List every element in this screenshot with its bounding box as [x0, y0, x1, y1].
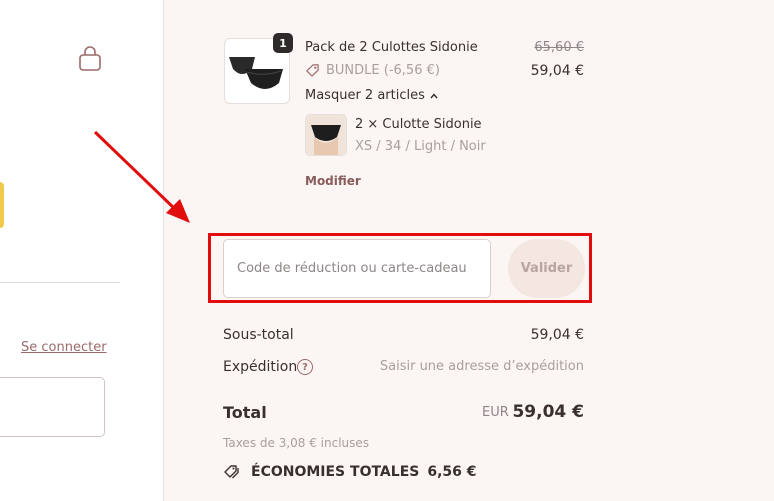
discount-code-input[interactable]: [223, 239, 491, 298]
total-savings: ÉCONOMIES TOTALES 6,56 €: [223, 464, 477, 480]
savings-value: 6,56 €: [427, 464, 477, 480]
hide-items-label: Masquer 2 articles: [305, 88, 425, 103]
notice-tab[interactable]: [0, 182, 4, 228]
tags-icon: [224, 465, 239, 479]
total-value: 59,04 €: [512, 402, 584, 422]
sub-item-variant: XS / 34 / Light / Noir: [355, 139, 486, 154]
bundle-discount-label: BUNDLE (-6,56 €): [326, 63, 440, 78]
modify-link[interactable]: Modifier: [305, 174, 361, 188]
product-price: 59,04 €: [530, 63, 584, 79]
subtotal-label: Sous-total: [223, 327, 294, 343]
chevron-up-icon: [430, 92, 438, 98]
product-title: Pack de 2 Culottes Sidonie: [305, 40, 478, 55]
sub-item-thumbnail: [305, 114, 347, 156]
savings-label: ÉCONOMIES TOTALES: [251, 464, 420, 480]
bundle-discount: BUNDLE (-6,56 €): [305, 63, 440, 78]
shipping-label: Expédition: [223, 359, 298, 375]
tax-note: Taxes de 3,08 € incluses: [223, 436, 370, 450]
quantity-badge: 1: [273, 33, 293, 53]
total-label: Total: [223, 403, 267, 422]
hide-items-toggle[interactable]: Masquer 2 articles: [305, 88, 439, 103]
sub-item-name: 2 × Culotte Sidonie: [355, 117, 482, 132]
shopping-bag-icon: [79, 46, 101, 71]
email-field[interactable]: [0, 377, 105, 437]
cart-bag-button[interactable]: [78, 46, 102, 72]
left-divider: [0, 282, 120, 283]
shipping-value: Saisir une adresse d’expédition: [379, 359, 584, 374]
left-panel: Se connecter: [0, 0, 163, 501]
subtotal-value: 59,04 €: [530, 327, 584, 343]
compare-at-price: 65,60 €: [534, 40, 584, 55]
login-link[interactable]: Se connecter: [21, 340, 107, 355]
apply-discount-button[interactable]: Valider: [508, 239, 585, 298]
shipping-info-icon[interactable]: ?: [297, 359, 313, 375]
tag-icon: [306, 64, 319, 77]
sub-item-image: [306, 115, 346, 155]
total-currency: EUR: [482, 405, 509, 420]
